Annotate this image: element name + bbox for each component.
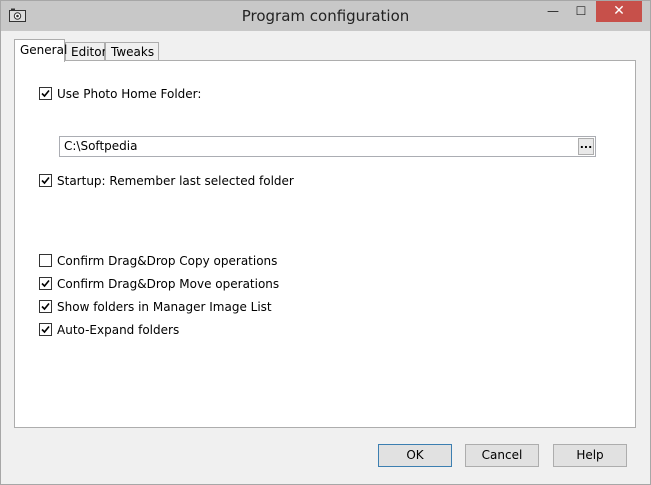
checkmark-icon (41, 176, 50, 185)
checkmark-icon (41, 302, 50, 311)
show-folders-label: Show folders in Manager Image List (57, 300, 272, 314)
startup-remember-option[interactable]: Startup: Remember last selected folder (39, 173, 294, 189)
help-button[interactable]: Help (553, 444, 627, 467)
close-button[interactable]: ✕ (596, 1, 642, 22)
startup-remember-label: Startup: Remember last selected folder (57, 174, 294, 188)
cancel-button[interactable]: Cancel (465, 444, 539, 467)
tab-general[interactable]: General (14, 39, 67, 62)
confirm-move-option[interactable]: Confirm Drag&Drop Move operations (39, 276, 279, 292)
title-bar[interactable]: Program configuration — ☐ ✕ (1, 1, 650, 31)
auto-expand-option[interactable]: Auto-Expand folders (39, 322, 179, 338)
dialog-client-area: General Editor Tweaks Use Photo Home Fol… (8, 31, 643, 478)
checkmark-icon (41, 325, 50, 334)
checkmark-icon (41, 279, 50, 288)
confirm-copy-checkbox[interactable] (39, 254, 52, 267)
tab-editor[interactable]: Editor (65, 42, 107, 61)
auto-expand-label: Auto-Expand folders (57, 323, 180, 337)
use-home-folder-checkbox[interactable] (39, 87, 52, 100)
program-configuration-window: Program configuration — ☐ ✕ General Edit… (0, 0, 651, 485)
home-folder-path-value: C:\Softpedia (64, 139, 138, 153)
use-home-folder-label: Use Photo Home Folder: (57, 87, 202, 101)
confirm-move-label: Confirm Drag&Drop Move operations (57, 277, 280, 291)
general-tab-panel: Use Photo Home Folder: C:\Softpedia ... … (14, 60, 636, 428)
tab-tweaks[interactable]: Tweaks (105, 42, 159, 61)
minimize-button[interactable]: — (539, 1, 567, 22)
home-folder-path-input[interactable]: C:\Softpedia ... (59, 136, 596, 157)
startup-remember-checkbox[interactable] (39, 174, 52, 187)
show-folders-option[interactable]: Show folders in Manager Image List (39, 299, 272, 315)
show-folders-checkbox[interactable] (39, 300, 52, 313)
ok-button[interactable]: OK (378, 444, 452, 467)
confirm-copy-option[interactable]: Confirm Drag&Drop Copy operations (39, 253, 277, 269)
browse-folder-button[interactable]: ... (578, 138, 594, 155)
confirm-copy-label: Confirm Drag&Drop Copy operations (57, 254, 278, 268)
use-home-folder-option[interactable]: Use Photo Home Folder: (39, 86, 201, 102)
confirm-move-checkbox[interactable] (39, 277, 52, 290)
checkmark-icon (41, 89, 50, 98)
auto-expand-checkbox[interactable] (39, 323, 52, 336)
maximize-button[interactable]: ☐ (567, 1, 595, 22)
